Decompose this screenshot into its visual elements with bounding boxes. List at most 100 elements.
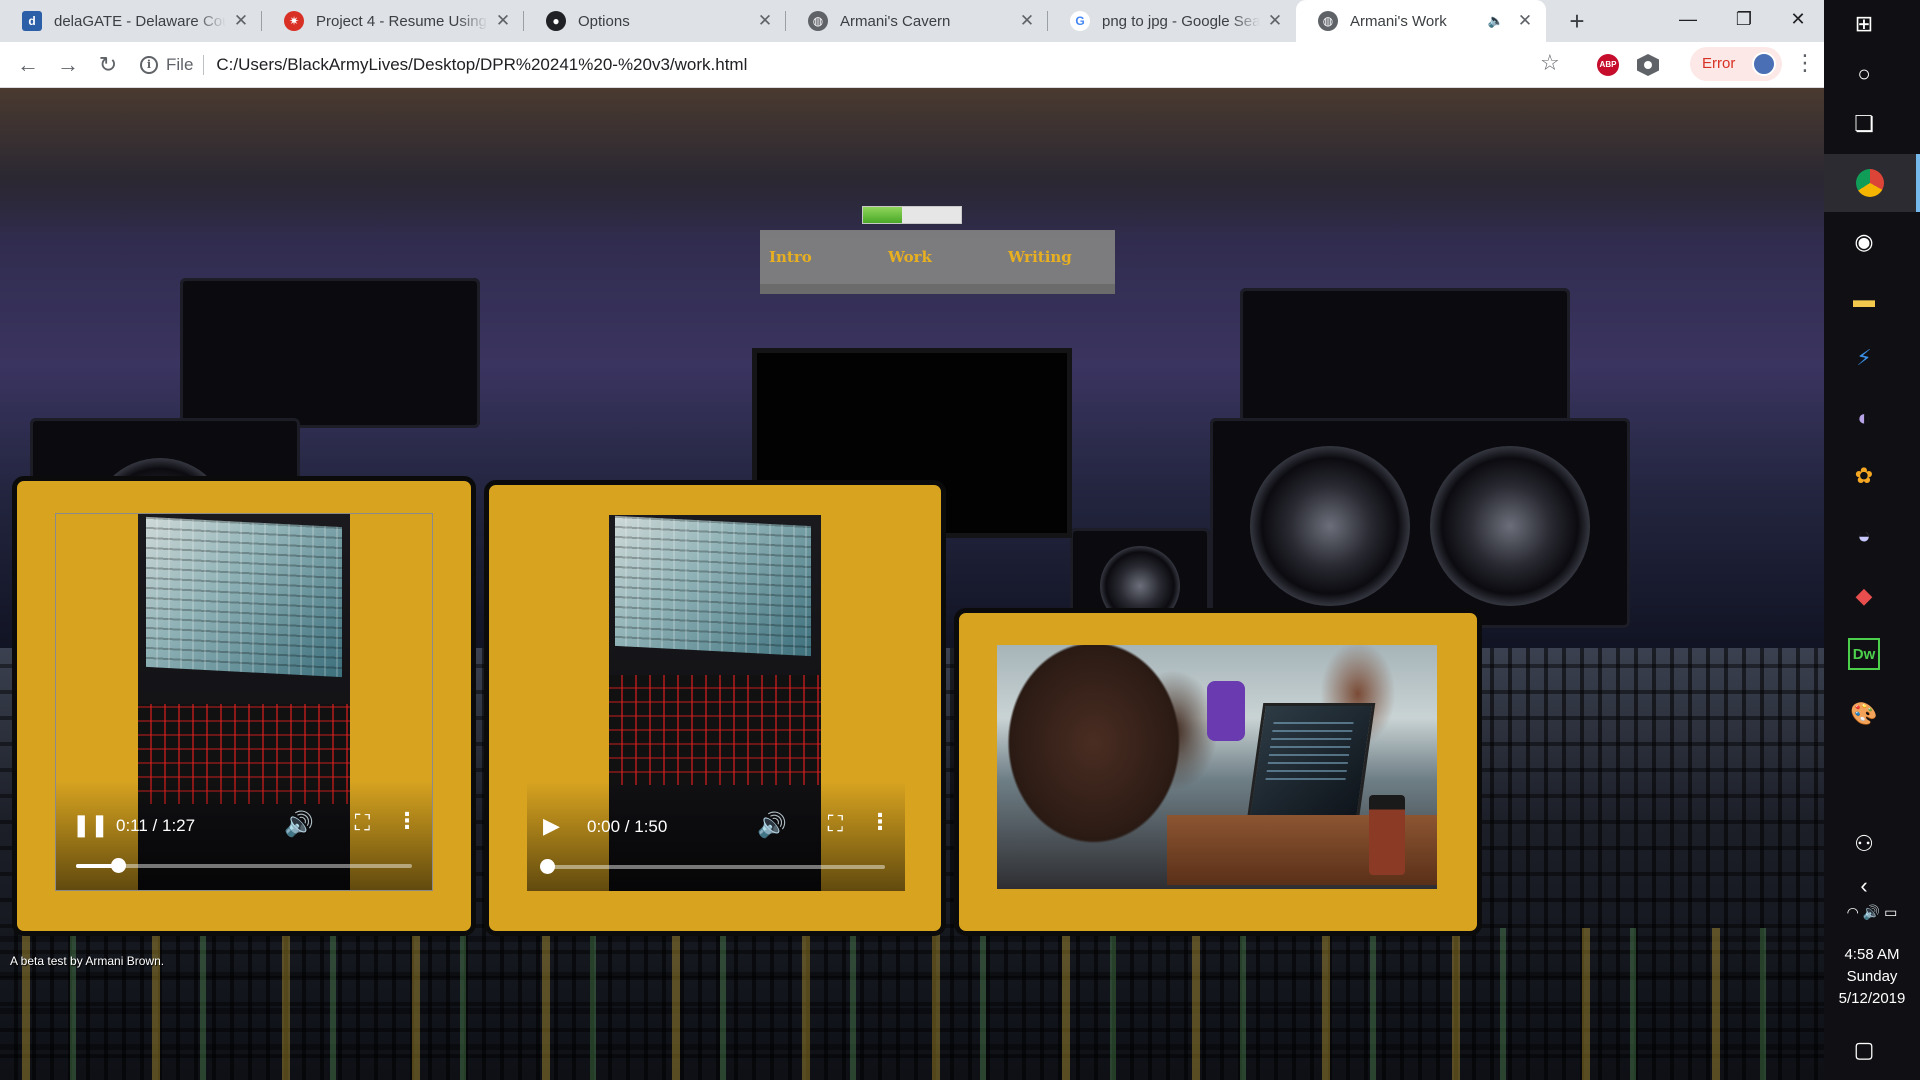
volume-icon[interactable]: 🔊 [284,810,314,839]
pause-icon[interactable]: ❚❚ [72,812,109,838]
site-nav: Intro Work Writing [760,230,1115,294]
people-icon[interactable]: ⚇ [1848,828,1880,860]
tab-title: Project 4 - Resume Using S [316,12,488,30]
clock-time[interactable]: 4:58 AM [1824,946,1920,963]
paint-icon[interactable]: 🎨 [1848,698,1880,730]
more-menu-icon[interactable]: ⋮ [1794,50,1816,76]
background-speaker [1240,288,1570,438]
laptop-screen-image [146,516,342,678]
progress-fill [863,207,903,223]
globe-icon: ◍ [808,11,828,31]
eclipse-icon[interactable]: ◒ [1848,520,1880,552]
nav-underline-strip [760,284,1115,294]
video-player-1[interactable]: ❚❚ 0:11 / 1:27 🔊 ⛶ ⋮ [55,513,433,891]
wifi-icon[interactable]: ◠ [1847,904,1859,920]
photo-coffee-cup [1369,795,1405,875]
footer-note: A beta test by Armani Brown. [10,954,165,968]
delagate-favicon: d [22,11,42,31]
nav-link-intro[interactable]: Intro [769,248,812,266]
torrent-icon[interactable]: ◐ [1848,402,1880,434]
dreamweaver-icon[interactable]: Dw [1848,638,1880,670]
more-options-icon[interactable]: ⋮ [396,808,418,834]
browser-tab-strip: d delaGATE - Delaware Coun ✕ ✷ Project 4… [0,0,1824,42]
fullscreen-icon[interactable]: ⛶ [355,810,370,836]
volume-icon[interactable]: 🔊 [1863,904,1880,920]
loading-progress-bar [862,206,962,224]
avatar [1752,52,1776,76]
bookmark-star-icon[interactable]: ☆ [1540,50,1560,76]
tab-armanis-work[interactable]: ◍ Armani's Work 🔈 ✕ [1296,0,1546,42]
background-speaker [1210,418,1630,628]
video-controls: ❚❚ 0:11 / 1:27 🔊 ⛶ ⋮ [56,780,432,890]
tab-title: Armani's Cavern [840,12,951,30]
info-icon[interactable]: i [140,56,158,74]
action-center-icon[interactable]: ▢ [1848,1034,1880,1066]
seek-thumb[interactable] [540,859,555,874]
tab-options[interactable]: ● Options ✕ [524,0,786,42]
chrome-taskbar-icon[interactable] [1824,154,1920,212]
tab-title: Options [578,12,630,30]
back-button[interactable]: ← [12,49,44,81]
minimize-button[interactable]: — [1660,0,1716,42]
play-icon[interactable]: ▶ [543,813,560,839]
close-icon[interactable]: ✕ [1516,11,1534,31]
git-icon[interactable]: ◆ [1848,580,1880,612]
github-icon: ● [546,11,566,31]
close-icon[interactable]: ✕ [1266,11,1284,31]
video-seek-bar[interactable] [76,858,412,873]
seek-thumb[interactable] [111,858,127,873]
address-bar[interactable]: i File C:/Users/BlackArmyLives/Desktop/D… [140,47,1585,83]
windows-start-icon[interactable]: ⊞ [1848,8,1880,40]
background-console-lights [0,928,1824,1080]
nav-link-writing[interactable]: Writing [1008,248,1072,266]
chevron-left-icon[interactable]: ‹ [1848,870,1880,902]
clock-date: 5/12/2019 [1838,990,1906,1007]
video-time: 0:00 / 1:50 [587,817,668,836]
work-card-photo [954,608,1482,936]
reload-button[interactable]: ↻ [92,49,124,81]
close-icon[interactable]: ✕ [756,11,774,31]
forward-button[interactable]: → [52,49,84,81]
task-view-icon[interactable]: ❏ [1848,108,1880,140]
globe-icon: ◍ [1318,11,1338,31]
clock-day: Sunday [1846,968,1898,985]
extension-icon[interactable] [1637,54,1659,76]
screen: d delaGATE - Delaware Coun ✕ ✷ Project 4… [0,0,1920,1080]
video-player-2[interactable]: ▶ 0:00 / 1:50 🔊 ⛶ ⋮ [527,515,905,891]
volume-icon[interactable]: 🔊 [757,811,787,840]
cortana-icon[interactable]: ○ [1848,58,1880,90]
close-icon[interactable]: ✕ [232,11,250,31]
tab-google-search[interactable]: G png to jpg - Google Search ✕ [1048,0,1296,42]
fullscreen-icon[interactable]: ⛶ [828,811,843,837]
photo-laptop [1246,703,1376,821]
speaker-muted-icon[interactable]: 🔈 [1488,13,1504,29]
nav-link-work[interactable]: Work [888,248,932,266]
close-icon[interactable]: ✕ [494,11,512,31]
windows-taskbar: ⊞ ○ ❏ ◉ ▬ ⚡ ◐ ✿ ◒ ◆ Dw 🎨 ⚇ ‹ ◠ 🔊 ▭ 4:58 … [1824,0,1920,1080]
tab-title: delaGATE - Delaware Coun [54,12,226,30]
tab-title: Armani's Work [1350,12,1447,30]
work-card-video-1: ❚❚ 0:11 / 1:27 🔊 ⛶ ⋮ [12,476,476,936]
close-icon[interactable]: ✕ [1018,11,1036,31]
google-icon: G [1070,11,1090,31]
work-card-video-2: ▶ 0:00 / 1:50 🔊 ⛶ ⋮ [484,480,946,936]
file-explorer-icon[interactable]: ▬ [1848,284,1880,316]
close-window-button[interactable]: ✕ [1770,0,1826,42]
tab-armanis-cavern[interactable]: ◍ Armani's Cavern ✕ [786,0,1048,42]
tab-delagate[interactable]: d delaGATE - Delaware Coun ✕ [0,0,262,42]
more-options-icon[interactable]: ⋮ [869,809,891,835]
steam-icon[interactable]: ◉ [1848,226,1880,258]
background-speaker [180,278,480,428]
photo-detail [1207,681,1245,741]
fl-studio-icon[interactable]: ✿ [1848,460,1880,492]
lightning-app-icon[interactable]: ⚡ [1848,342,1880,374]
restore-button[interactable]: ❐ [1716,0,1772,42]
profile-error-button[interactable]: Error [1690,47,1782,81]
tab-project-4[interactable]: ✷ Project 4 - Resume Using S ✕ [262,0,524,42]
video-seek-bar[interactable] [540,859,885,874]
system-tray-icons[interactable]: ◠ 🔊 ▭ [1824,904,1920,921]
tab-title: png to jpg - Google Search [1102,12,1260,30]
new-tab-button[interactable]: + [1560,4,1594,38]
adblock-plus-icon[interactable]: ABP [1597,54,1619,76]
battery-icon[interactable]: ▭ [1884,904,1897,920]
